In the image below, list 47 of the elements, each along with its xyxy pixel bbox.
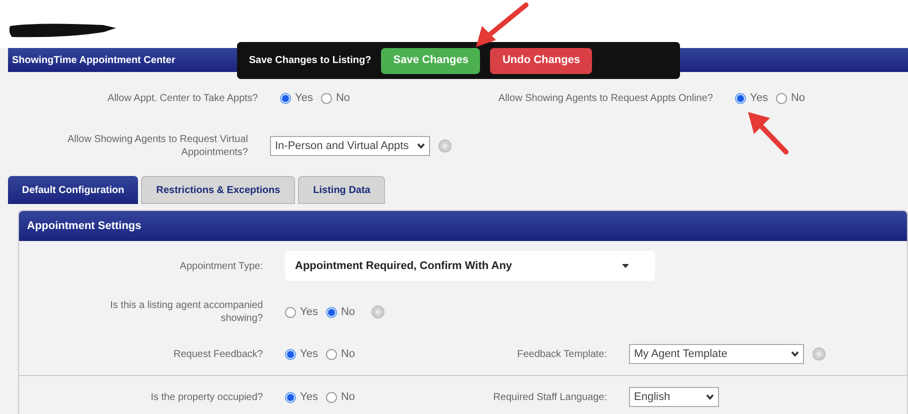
chevron-down-icon [416, 143, 425, 149]
field-label: Appointment Type: [180, 260, 263, 272]
save-prompt: Save Changes to Listing? [249, 54, 372, 68]
radio-label: No [340, 304, 356, 320]
radio-label: No [336, 90, 350, 106]
field-label: Allow Showing Agents to Request Virtual Appointments? [68, 134, 248, 158]
help-icon[interactable] [371, 305, 386, 319]
field-label: Required Staff Language: [493, 392, 607, 402]
select-field[interactable]: English [629, 387, 719, 407]
radio-label: Yes [750, 90, 768, 106]
radio-label: No [790, 90, 806, 106]
field-label: Is the property occupied? [150, 392, 263, 402]
field-label: Feedback Template: [517, 348, 607, 360]
radio-button[interactable] [326, 306, 337, 318]
chevron-down-icon [791, 351, 799, 357]
panel-title: Appointment Settings [27, 218, 142, 234]
select-field[interactable]: My Agent Template [629, 344, 804, 364]
radio-button[interactable] [735, 92, 746, 104]
radio-label: No [340, 346, 356, 362]
radio-label: Yes [300, 390, 318, 405]
radio-label: Yes [300, 346, 318, 362]
tab[interactable]: Default Configuration [8, 176, 138, 204]
caret-down-icon [622, 264, 629, 268]
radio-button[interactable] [776, 92, 787, 104]
radio-label: No [340, 390, 356, 405]
chevron-down-icon [706, 394, 714, 400]
undo-changes-button[interactable]: Undo Changes [490, 48, 592, 74]
tab[interactable]: Listing Data [298, 176, 386, 204]
field-label: Request Feedback? [173, 348, 263, 360]
header-title: ShowingTime Appointment Center [12, 54, 176, 68]
radio-button[interactable] [320, 92, 332, 104]
tab[interactable]: Restrictions & Exceptions [141, 176, 296, 204]
radio-label: Yes [295, 90, 313, 106]
field-label: Allow Appt. Center to Take Appts? [108, 92, 258, 104]
radio-button[interactable] [326, 348, 337, 360]
radio-button[interactable] [326, 392, 337, 402]
radio-label: Yes [300, 304, 318, 320]
select-field[interactable]: In-Person and Virtual Appts [270, 136, 430, 156]
field-label: Allow Showing Agents to Request Appts Online? [498, 92, 713, 104]
field-label: Is this a listing agent accompanied showing? [110, 300, 263, 324]
appointment-type-dropdown[interactable]: Appointment Required, Confirm With Any [285, 251, 655, 281]
radio-button[interactable] [280, 92, 291, 104]
radio-button[interactable] [285, 348, 296, 360]
help-icon[interactable] [812, 347, 826, 361]
radio-button[interactable] [285, 392, 296, 402]
radio-button[interactable] [285, 306, 296, 318]
help-icon[interactable] [438, 139, 452, 153]
